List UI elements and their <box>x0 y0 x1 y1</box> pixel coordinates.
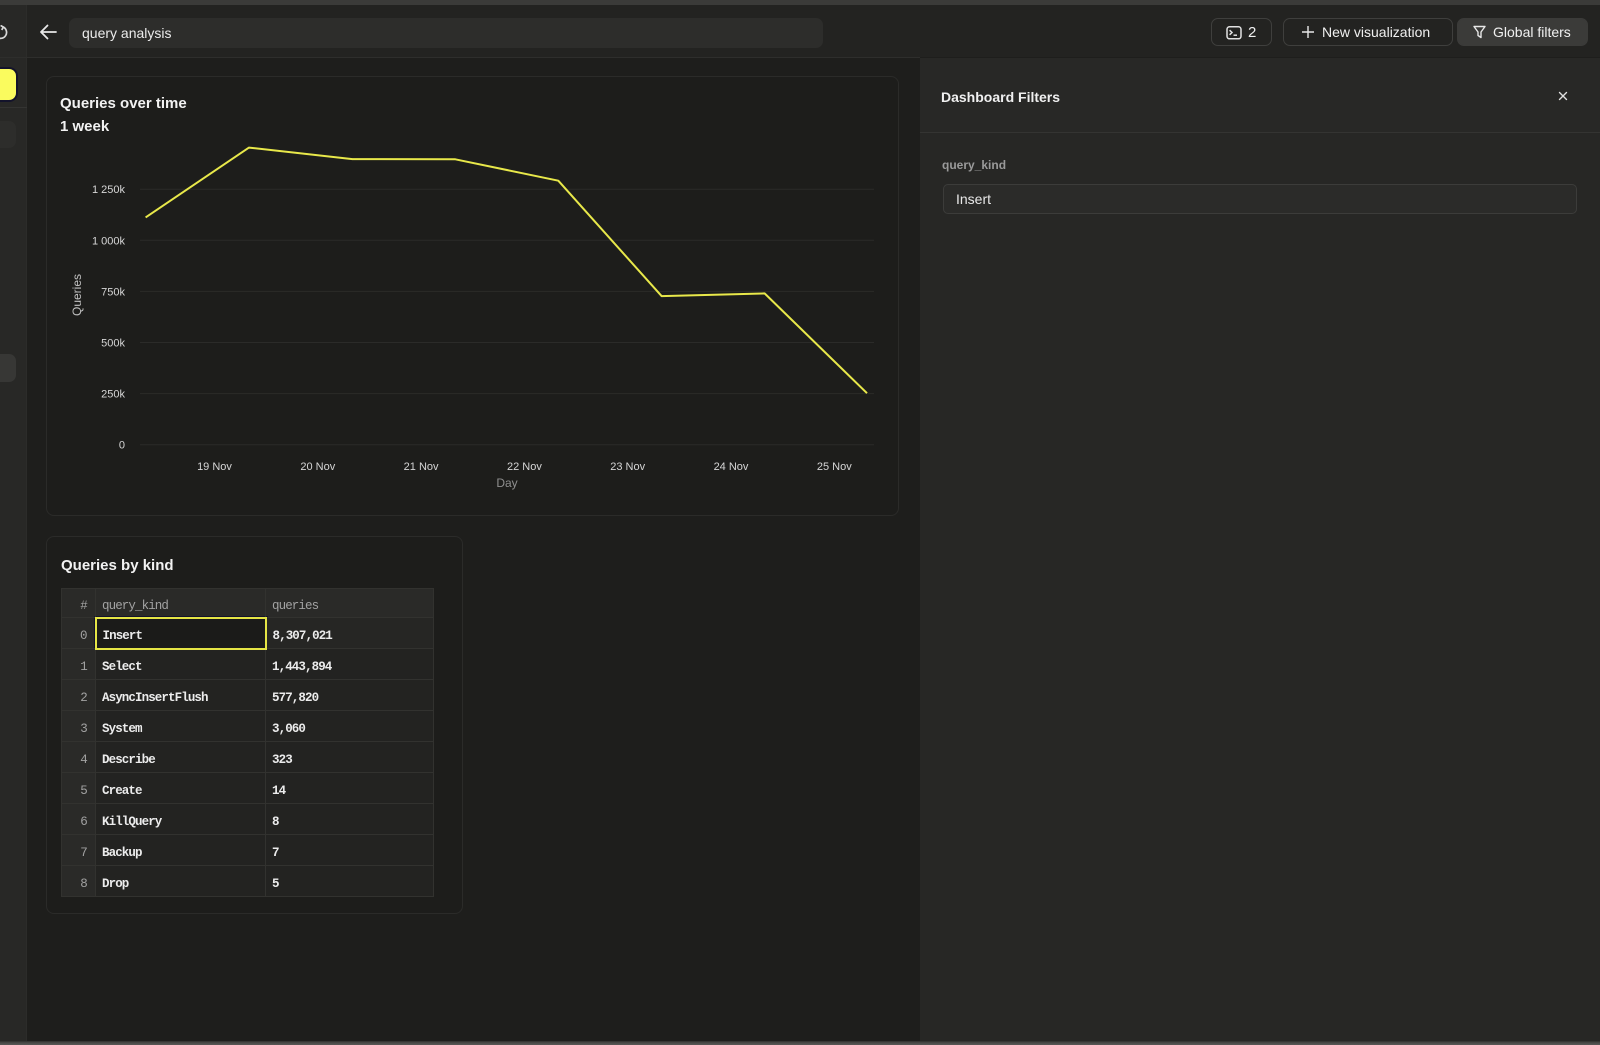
svg-text:1 250k: 1 250k <box>92 184 126 196</box>
svg-text:23 Nov: 23 Nov <box>610 461 645 473</box>
svg-text:24 Nov: 24 Nov <box>714 461 749 473</box>
svg-text:22 Nov: 22 Nov <box>507 461 542 473</box>
svg-text:500k: 500k <box>101 338 125 350</box>
svg-text:250k: 250k <box>101 389 125 401</box>
svg-text:25 Nov: 25 Nov <box>817 461 852 473</box>
svg-text:Queries: Queries <box>70 274 84 316</box>
svg-text:19 Nov: 19 Nov <box>197 461 232 473</box>
svg-text:1 000k: 1 000k <box>92 235 126 247</box>
svg-text:0: 0 <box>119 440 125 452</box>
svg-text:750k: 750k <box>101 286 125 298</box>
svg-text:20 Nov: 20 Nov <box>300 461 335 473</box>
svg-text:21 Nov: 21 Nov <box>404 461 439 473</box>
svg-text:Day: Day <box>496 476 517 490</box>
